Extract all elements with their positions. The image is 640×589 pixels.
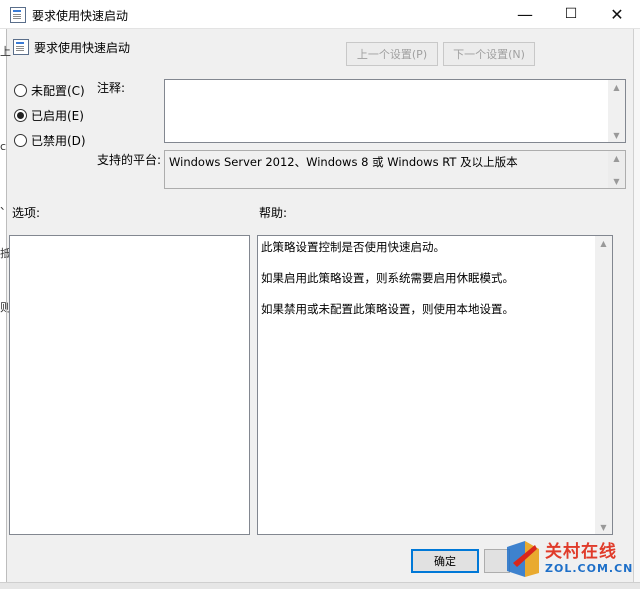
radio-disabled[interactable]: 已禁用(D) [14,132,94,152]
scroll-up-icon[interactable]: ▲ [608,80,625,94]
background-text-fragment: 、 [0,199,11,212]
options-label: 选项: [12,206,41,220]
help-paragraph: 如果禁用或未配置此策略设置，则使用本地设置。 [261,302,514,316]
watermark-name: 关村在线 [545,542,617,562]
maximize-button[interactable]: ☐ [548,0,594,28]
scroll-up-icon[interactable]: ▲ [608,151,625,165]
radio-label: 已启用(E) [31,109,84,123]
comment-textarea[interactable]: ▲ ▼ [164,79,626,143]
watermark-domain: ZOL.COM.CN [545,562,634,575]
radio-label: 未配置(C) [31,84,85,98]
radio-enabled[interactable]: 已启用(E) [14,107,94,127]
background-window-edge-right [633,28,640,589]
background-text-fragment: 上 [0,45,11,58]
radio-button[interactable] [14,109,27,122]
radio-button[interactable] [14,84,27,97]
scroll-down-icon[interactable]: ▼ [595,520,612,534]
background-text-fragment: c [0,140,7,153]
zol-watermark: 关村在线 ZOL.COM.CN [503,535,633,583]
minimize-button[interactable]: — [502,0,548,28]
help-label: 帮助: [259,206,288,220]
help-scrollbar[interactable]: ▲ ▼ [595,236,612,534]
supported-label: 支持的平台: [97,153,162,167]
title-bar[interactable]: 要求使用快速启动 — ☐ ✕ [0,0,640,29]
radio-label: 已禁用(D) [31,134,86,148]
policy-name: 要求使用快速启动 [34,41,131,55]
help-panel[interactable]: 此策略设置控制是否使用快速启动。 如果启用此策略设置，则系统需要启用休眠模式。 … [257,235,613,535]
scroll-down-icon[interactable]: ▼ [608,174,625,188]
scroll-down-icon[interactable]: ▼ [608,128,625,142]
radio-button[interactable] [14,134,27,147]
supported-value: Windows Server 2012、Windows 8 或 Windows … [169,155,518,169]
supported-scrollbar[interactable]: ▲ ▼ [608,151,625,188]
help-paragraph: 如果启用此策略设置，则系统需要启用休眠模式。 [261,271,514,285]
window-title: 要求使用快速启动 [32,9,129,23]
scroll-up-icon[interactable]: ▲ [595,236,612,250]
comment-label: 注释: [97,81,126,95]
zol-logo-icon [507,541,539,577]
help-paragraph: 此策略设置控制是否使用快速启动。 [261,240,445,254]
window-bottom-edge [0,582,640,589]
comment-scrollbar[interactable]: ▲ ▼ [608,80,625,142]
close-button[interactable]: ✕ [594,0,640,28]
radio-not-configured[interactable]: 未配置(C) [14,82,94,102]
supported-field: Windows Server 2012、Windows 8 或 Windows … [164,150,626,189]
policy-setting-icon [13,39,29,55]
policy-window-icon [10,7,26,23]
help-content: 此策略设置控制是否使用快速启动。 如果启用此策略设置，则系统需要启用休眠模式。 … [261,239,591,332]
ok-button[interactable]: 确定 [411,549,479,573]
options-panel[interactable] [9,235,250,535]
previous-setting-button[interactable]: 上一个设置(P) [346,42,438,66]
next-setting-button[interactable]: 下一个设置(N) [443,42,535,66]
